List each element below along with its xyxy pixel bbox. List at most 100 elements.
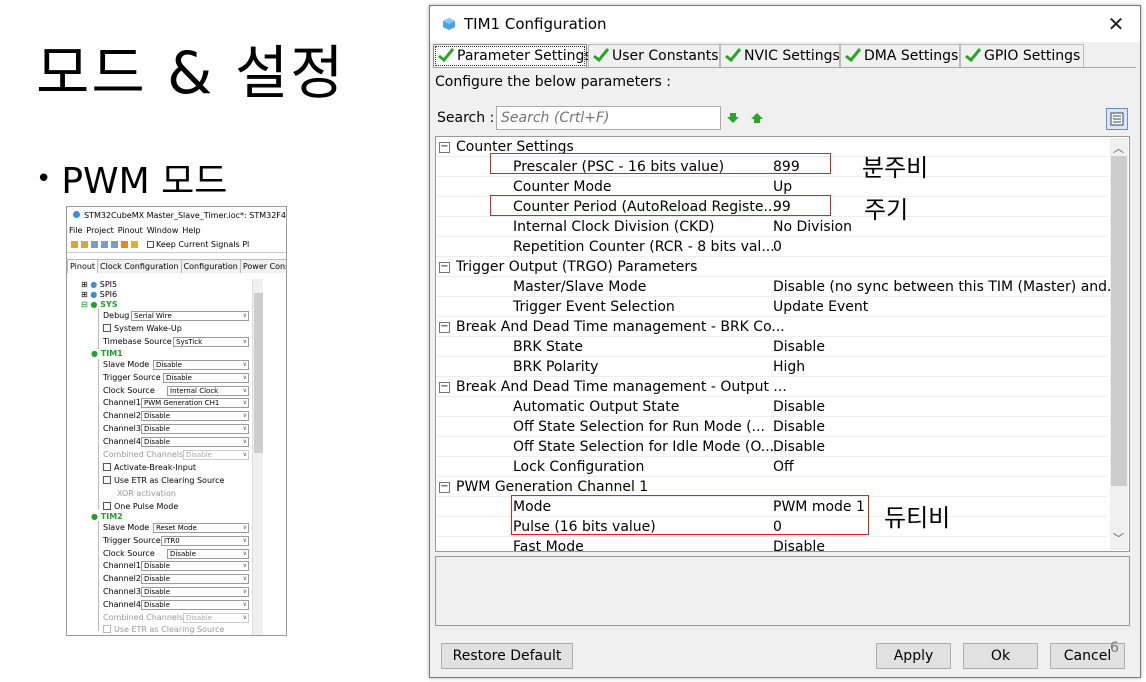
apply-button[interactable]: Apply <box>876 643 951 669</box>
tim2-ch3-select[interactable]: Disable ∨ <box>141 587 249 597</box>
tim1-config-dialog: TIM1 Configuration ✕ Parameter Settings … <box>429 5 1141 678</box>
timebase-label: Timebase Source <box>103 337 172 346</box>
restore-default-button[interactable]: Restore Default <box>441 643 573 669</box>
search-input[interactable] <box>496 106 721 130</box>
param-row[interactable]: Repetition Counter (RCR - 8 bits val... 0 <box>436 237 1108 257</box>
use-etr-option[interactable]: Use ETR as Clearing Source <box>103 475 224 487</box>
cubemx-thumbnail: STM32CubeMX Master_Slave_Timer.ioc*: STM… <box>66 206 287 636</box>
section-break-dead-time-output[interactable]: − Break And Dead Time management - Output… <box>436 377 1108 397</box>
tim2-ch1-select[interactable]: Disable ∨ <box>141 561 249 571</box>
tim2-ch2-select[interactable]: Disable ∨ <box>141 574 249 584</box>
page-number: 6 <box>1110 640 1119 656</box>
param-row[interactable]: Internal Clock Division (CKD) No Division <box>436 217 1108 237</box>
scroll-thumb[interactable] <box>254 293 263 453</box>
tab-nvic-settings[interactable]: NVIC Settings <box>720 44 840 68</box>
export-icon[interactable] <box>111 241 118 248</box>
chevron-down-icon: ∨ <box>242 312 247 319</box>
arrow-down-icon[interactable] <box>727 112 739 124</box>
tim1-clock-select[interactable]: Internal Clock ∨ <box>167 386 249 396</box>
save-as-icon[interactable] <box>101 241 108 248</box>
cubemx-menubar: File Project Pinout Window Help <box>67 225 286 237</box>
new-icon[interactable] <box>71 241 78 248</box>
generate-icon[interactable] <box>121 241 128 248</box>
scroll-thumb[interactable] <box>1111 156 1127 486</box>
menu-window[interactable]: Window <box>147 226 179 235</box>
system-wakeup-option[interactable]: System Wake-Up <box>103 323 182 335</box>
tim1-trigger-select[interactable]: Disable ∨ <box>163 373 249 383</box>
chevron-down-icon: ∨ <box>242 537 247 544</box>
tab-dma-settings[interactable]: DMA Settings <box>840 44 960 68</box>
menu-project[interactable]: Project <box>86 226 113 235</box>
param-row[interactable]: Master/Slave Mode Disable (no sync betwee… <box>436 277 1120 297</box>
grid-scrollbar[interactable]: ︿ ﹀ <box>1110 138 1128 550</box>
param-row[interactable]: Trigger Event Selection Update Event <box>436 297 1108 317</box>
tim1-ch1-label: Channel1 <box>103 398 141 407</box>
annotation-duty: 듀티비 <box>884 504 951 532</box>
menu-help[interactable]: Help <box>182 226 200 235</box>
system-wakeup-checkbox <box>103 324 111 332</box>
activate-break-option[interactable]: Activate-Break-Input <box>103 462 196 474</box>
section-pwm-channel-1[interactable]: − PWM Generation Channel 1 <box>436 477 1108 497</box>
tim2-ch4-select[interactable]: Disable ∨ <box>141 600 249 610</box>
list-view-icon[interactable] <box>1106 108 1128 130</box>
param-row[interactable]: BRK Polarity High <box>436 357 1108 377</box>
ok-button[interactable]: Ok <box>963 643 1038 669</box>
chevron-down-icon: ∨ <box>242 614 247 621</box>
tim2-trigger-select[interactable]: ITR0 ∨ <box>161 536 249 546</box>
save-icon[interactable] <box>91 241 98 248</box>
cubemx-scrollbar[interactable] <box>252 279 263 635</box>
tim1-ch1-select[interactable]: PWM Generation CH1 ∨ <box>141 398 249 408</box>
chevron-down-icon: ∨ <box>242 387 247 394</box>
tab-divider <box>433 67 1136 68</box>
tim1-combined-select: Disable ∨ <box>183 450 249 460</box>
keep-signals-checkbox[interactable] <box>147 241 154 248</box>
check-icon <box>438 48 454 62</box>
report-icon[interactable] <box>131 241 138 248</box>
menu-file[interactable]: File <box>69 226 82 235</box>
close-icon[interactable]: ✕ <box>1102 11 1130 37</box>
tim2-ch1-label: Channel1 <box>103 561 141 570</box>
tim1-slave-label: Slave Mode <box>103 360 150 369</box>
configure-label: Configure the below parameters : <box>435 74 671 90</box>
tim2-slave-select[interactable]: Reset Mode ∨ <box>153 523 249 533</box>
collapse-icon: − <box>439 141 450 153</box>
param-row[interactable]: Automatic Output State Disable <box>436 397 1108 417</box>
param-row[interactable]: Fast Mode Disable <box>436 537 1108 551</box>
tab-user-constants[interactable]: User Constants <box>588 44 720 68</box>
tab-gpio-settings[interactable]: GPIO Settings <box>960 44 1084 68</box>
mx-tab-configuration[interactable]: Configuration <box>180 259 241 273</box>
debug-select[interactable]: Serial Wire ∨ <box>131 311 249 321</box>
bullet-text: PWM 모드 <box>61 161 228 202</box>
arrow-up-icon[interactable] <box>751 112 763 124</box>
param-row[interactable]: Lock Configuration Off <box>436 457 1108 477</box>
use-etr-checkbox <box>103 476 111 484</box>
section-break-dead-time-brk[interactable]: − Break And Dead Time management - BRK Co… <box>436 317 1108 337</box>
tim2-use-etr-option: Use ETR as Clearing Source <box>103 624 224 635</box>
tim1-ch3-select[interactable]: Disable ∨ <box>141 424 249 434</box>
cubemx-toolbar: Keep Current Signals Pl <box>67 237 286 253</box>
chevron-down-icon: ∨ <box>242 562 247 569</box>
tim2-clock-select[interactable]: Disable ∨ <box>167 549 249 559</box>
tim1-ch2-select[interactable]: Disable ∨ <box>141 411 249 421</box>
tim2-ch2-label: Channel2 <box>103 574 141 583</box>
cubemx-logo-icon <box>73 211 80 218</box>
open-icon[interactable] <box>81 241 88 248</box>
menu-pinout[interactable]: Pinout <box>118 226 143 235</box>
mx-tab-clock[interactable]: Clock Configuration <box>97 259 182 273</box>
param-row[interactable]: Off State Selection for Idle Mode (O... D… <box>436 437 1108 457</box>
tree-line <box>98 309 99 349</box>
tim1-ch4-select[interactable]: Disable ∨ <box>141 437 249 447</box>
param-row[interactable]: BRK State Disable <box>436 337 1108 357</box>
param-row[interactable]: Counter Mode Up <box>436 177 1108 197</box>
bullet-dot: • <box>36 164 52 194</box>
dialog-title: TIM1 Configuration <box>464 15 607 33</box>
section-trigger-output[interactable]: − Trigger Output (TRGO) Parameters <box>436 257 1108 277</box>
check-icon <box>593 48 609 62</box>
timebase-select[interactable]: SysTick ∨ <box>173 337 249 347</box>
description-panel <box>435 556 1130 626</box>
param-row[interactable]: Off State Selection for Run Mode (... Dis… <box>436 417 1108 437</box>
mx-tab-pinout[interactable]: Pinout <box>67 259 99 273</box>
tim1-slave-select[interactable]: Disable ∨ <box>153 360 249 370</box>
mx-tab-power[interactable]: Power Cons <box>239 259 286 273</box>
tab-parameter-settings[interactable]: Parameter Settings <box>433 44 592 68</box>
